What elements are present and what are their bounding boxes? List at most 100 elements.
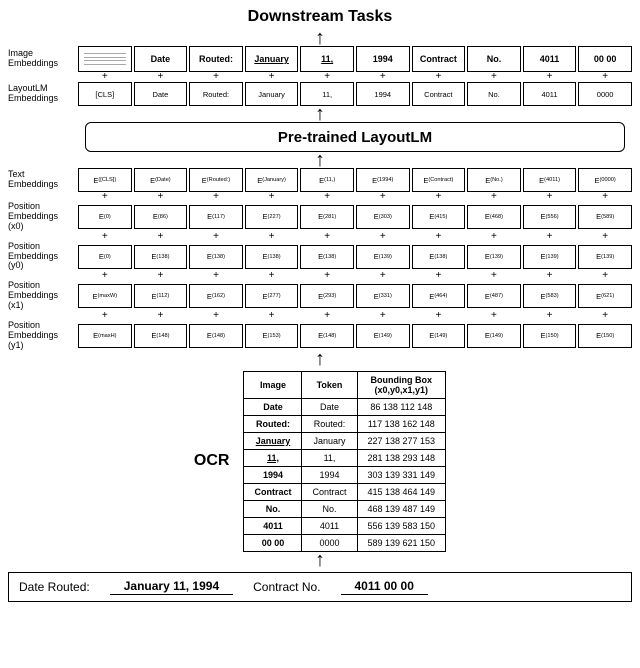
plus-icon: +: [467, 271, 521, 281]
ocr-token-cell: January: [302, 432, 357, 449]
embedding-cell: E(0): [78, 205, 132, 229]
ocr-token-cell: Contract: [302, 483, 357, 500]
arrow-up-icon: ↑: [315, 353, 325, 365]
table-row: ContractContract415 138 464 149: [244, 483, 446, 500]
ocr-image-cell: Contract: [244, 483, 302, 500]
text-embeddings-row: Text Embeddings E([CLS])E(Date)E(Routed:…: [8, 168, 632, 192]
pos-x1-row: Position Embeddings (x1) E(maxW)E(112)E(…: [8, 281, 632, 311]
embedding-cell: Routed:: [189, 46, 243, 72]
embedding-cell: E(4011): [523, 168, 577, 192]
embedding-cell: E(0): [78, 245, 132, 269]
embedding-cell: E(464): [412, 284, 466, 308]
plus-icon: +: [412, 192, 466, 202]
document-thumb-icon: [82, 50, 128, 68]
embedding-cell: E(468): [467, 205, 521, 229]
embedding-cell: E(150): [578, 324, 632, 348]
pos-y1-row: Position Embeddings (y1) E(maxH)E(148)E(…: [8, 321, 632, 351]
table-row: No.No.468 139 487 149: [244, 500, 446, 517]
embedding-cell: E(138): [189, 245, 243, 269]
embedding-cell: E(No.): [467, 168, 521, 192]
embedding-cell: E(0000): [578, 168, 632, 192]
ocr-bbox-cell: 227 138 277 153: [357, 432, 446, 449]
plus-icon: +: [78, 232, 132, 242]
embedding-cell: E(162): [189, 284, 243, 308]
embedding-cell: [CLS]: [78, 82, 132, 106]
label-date-routed: Date Routed:: [19, 580, 90, 594]
embedding-cell: E(1994): [356, 168, 410, 192]
ocr-token-cell: 11,: [302, 449, 357, 466]
embedding-cell: E(maxW): [78, 284, 132, 308]
embedding-cell: E(117): [189, 205, 243, 229]
embedding-cell: E(139): [356, 245, 410, 269]
plus-icon: +: [412, 311, 466, 321]
embedding-cell: E(148): [134, 324, 188, 348]
ocr-bbox-cell: 556 139 583 150: [357, 517, 446, 534]
arrow-up-icon: ↑: [315, 108, 325, 120]
row-label: Image Embeddings: [8, 49, 78, 69]
embedding-cell: 00 00: [578, 46, 632, 72]
label-contract-no: Contract No.: [253, 580, 320, 594]
ocr-bbox-cell: 86 138 112 148: [357, 398, 446, 415]
plus-icon: +: [467, 72, 521, 82]
plus-icon: +: [523, 271, 577, 281]
ocr-header: Image: [244, 371, 302, 398]
embedding-cell: E(149): [467, 324, 521, 348]
ocr-image-cell: 4011: [244, 517, 302, 534]
plus-icon: +: [300, 271, 354, 281]
plus-icon: +: [356, 271, 410, 281]
embedding-cell: E(150): [523, 324, 577, 348]
plus-icon: +: [412, 232, 466, 242]
plus-icon: +: [245, 271, 299, 281]
embedding-cell: 4011: [523, 82, 577, 106]
embedding-cell: No.: [467, 82, 521, 106]
table-row: 19941994303 139 331 149: [244, 466, 446, 483]
embedding-cell: E(138): [300, 245, 354, 269]
plus-icon: +: [356, 192, 410, 202]
ocr-bbox-cell: 589 139 621 150: [357, 534, 446, 551]
plus-icon: +: [134, 72, 188, 82]
ocr-table: ImageTokenBounding Box(x0,y0,x1,y1) Date…: [243, 371, 446, 552]
embedding-cell: E(303): [356, 205, 410, 229]
row-label: LayoutLM Embeddings: [8, 84, 78, 104]
ocr-image-cell: Date: [244, 398, 302, 415]
plus-icon: +: [356, 232, 410, 242]
ocr-image-cell: No.: [244, 500, 302, 517]
embedding-cell: E(331): [356, 284, 410, 308]
ocr-bbox-cell: 303 139 331 149: [357, 466, 446, 483]
plus-icon: +: [189, 232, 243, 242]
row-label: Text Embeddings: [8, 170, 78, 190]
embedding-cell: E(112): [134, 284, 188, 308]
ocr-bbox-cell: 415 138 464 149: [357, 483, 446, 500]
embedding-cell: E(11,): [300, 168, 354, 192]
plus-icon: +: [412, 271, 466, 281]
plus-icon: +: [78, 72, 132, 82]
table-row: 11,11,281 138 293 148: [244, 449, 446, 466]
row-label: Position Embeddings (x1): [8, 281, 78, 311]
plus-icon: +: [412, 72, 466, 82]
ocr-image-cell: 00 00: [244, 534, 302, 551]
embedding-cell: E(86): [134, 205, 188, 229]
embedding-cell: E(227): [245, 205, 299, 229]
embedding-cell: E(583): [523, 284, 577, 308]
table-row: 00 000000589 139 621 150: [244, 534, 446, 551]
row-label: Position Embeddings (y0): [8, 242, 78, 272]
embedding-cell: 11,: [300, 46, 354, 72]
embedding-cell: [78, 46, 132, 72]
table-row: 40114011556 139 583 150: [244, 517, 446, 534]
plus-icon: +: [300, 72, 354, 82]
embedding-cell: E(149): [356, 324, 410, 348]
ocr-image-cell: 11,: [244, 449, 302, 466]
plus-icon: +: [578, 311, 632, 321]
embedding-cell: Routed:: [189, 82, 243, 106]
arrow-up-icon: ↑: [315, 154, 325, 166]
plus-icon: +: [300, 311, 354, 321]
plus-icon: +: [134, 271, 188, 281]
table-row: JanuaryJanuary227 138 277 153: [244, 432, 446, 449]
embedding-cell: 4011: [523, 46, 577, 72]
plus-icon: +: [578, 72, 632, 82]
plus-icon: +: [356, 72, 410, 82]
plus-icon: +: [189, 271, 243, 281]
ocr-image-cell: January: [244, 432, 302, 449]
embedding-cell: January: [245, 82, 299, 106]
embedding-cell: E(589): [578, 205, 632, 229]
